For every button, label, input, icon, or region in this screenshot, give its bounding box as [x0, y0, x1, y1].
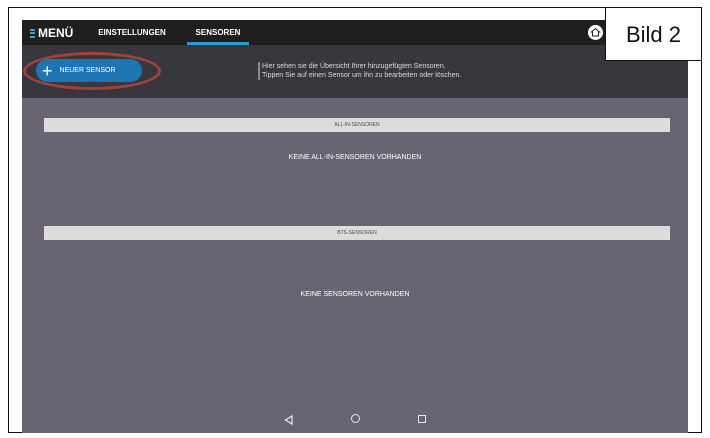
app-screen: MENÜ EINSTELLUNGEN SENSOREN + NEUER SENS…	[22, 20, 688, 433]
empty-message-all-in: KEINE ALL-IN-SENSOREN VORHANDEN	[288, 154, 422, 161]
new-sensor-button[interactable]: + NEUER SENSOR	[36, 59, 142, 82]
top-bar: MENÜ EINSTELLUNGEN SENSOREN	[22, 20, 688, 45]
menu-button[interactable]: MENÜ	[30, 25, 73, 41]
square-recents-icon[interactable]	[418, 415, 426, 423]
back-triangle-icon[interactable]	[284, 415, 293, 425]
section-header-bts: BTS-SENSOREN	[44, 226, 670, 240]
home-button[interactable]	[588, 25, 603, 40]
tab-einstellungen[interactable]: EINSTELLUNGEN	[88, 20, 176, 45]
section-header-all-in: ALL-IN-SENSOREN	[44, 118, 670, 132]
figure-label: Bild 2	[605, 7, 702, 61]
circle-home-icon[interactable]	[351, 414, 360, 423]
info-line-2: Tippen Sie auf einen Sensor um ihn zu be…	[262, 72, 462, 79]
new-sensor-label: NEUER SENSOR	[59, 67, 116, 74]
info-divider	[258, 62, 260, 80]
empty-message-bts: KEINE SENSOREN VORHANDEN	[300, 291, 410, 298]
plus-icon: +	[42, 60, 53, 81]
sensor-header: + NEUER SENSOR Hier sehen sie die Übersi…	[22, 45, 688, 98]
hamburger-icon	[30, 28, 35, 38]
android-nav-bar	[22, 408, 688, 433]
tab-sensoren[interactable]: SENSOREN	[183, 20, 253, 45]
menu-label: MENÜ	[38, 26, 74, 40]
home-icon	[590, 27, 601, 37]
info-text: Hier sehen sie die Übersicht Ihrer hinzu…	[262, 62, 461, 80]
info-line-1: Hier sehen sie die Übersicht Ihrer hinzu…	[262, 63, 446, 70]
